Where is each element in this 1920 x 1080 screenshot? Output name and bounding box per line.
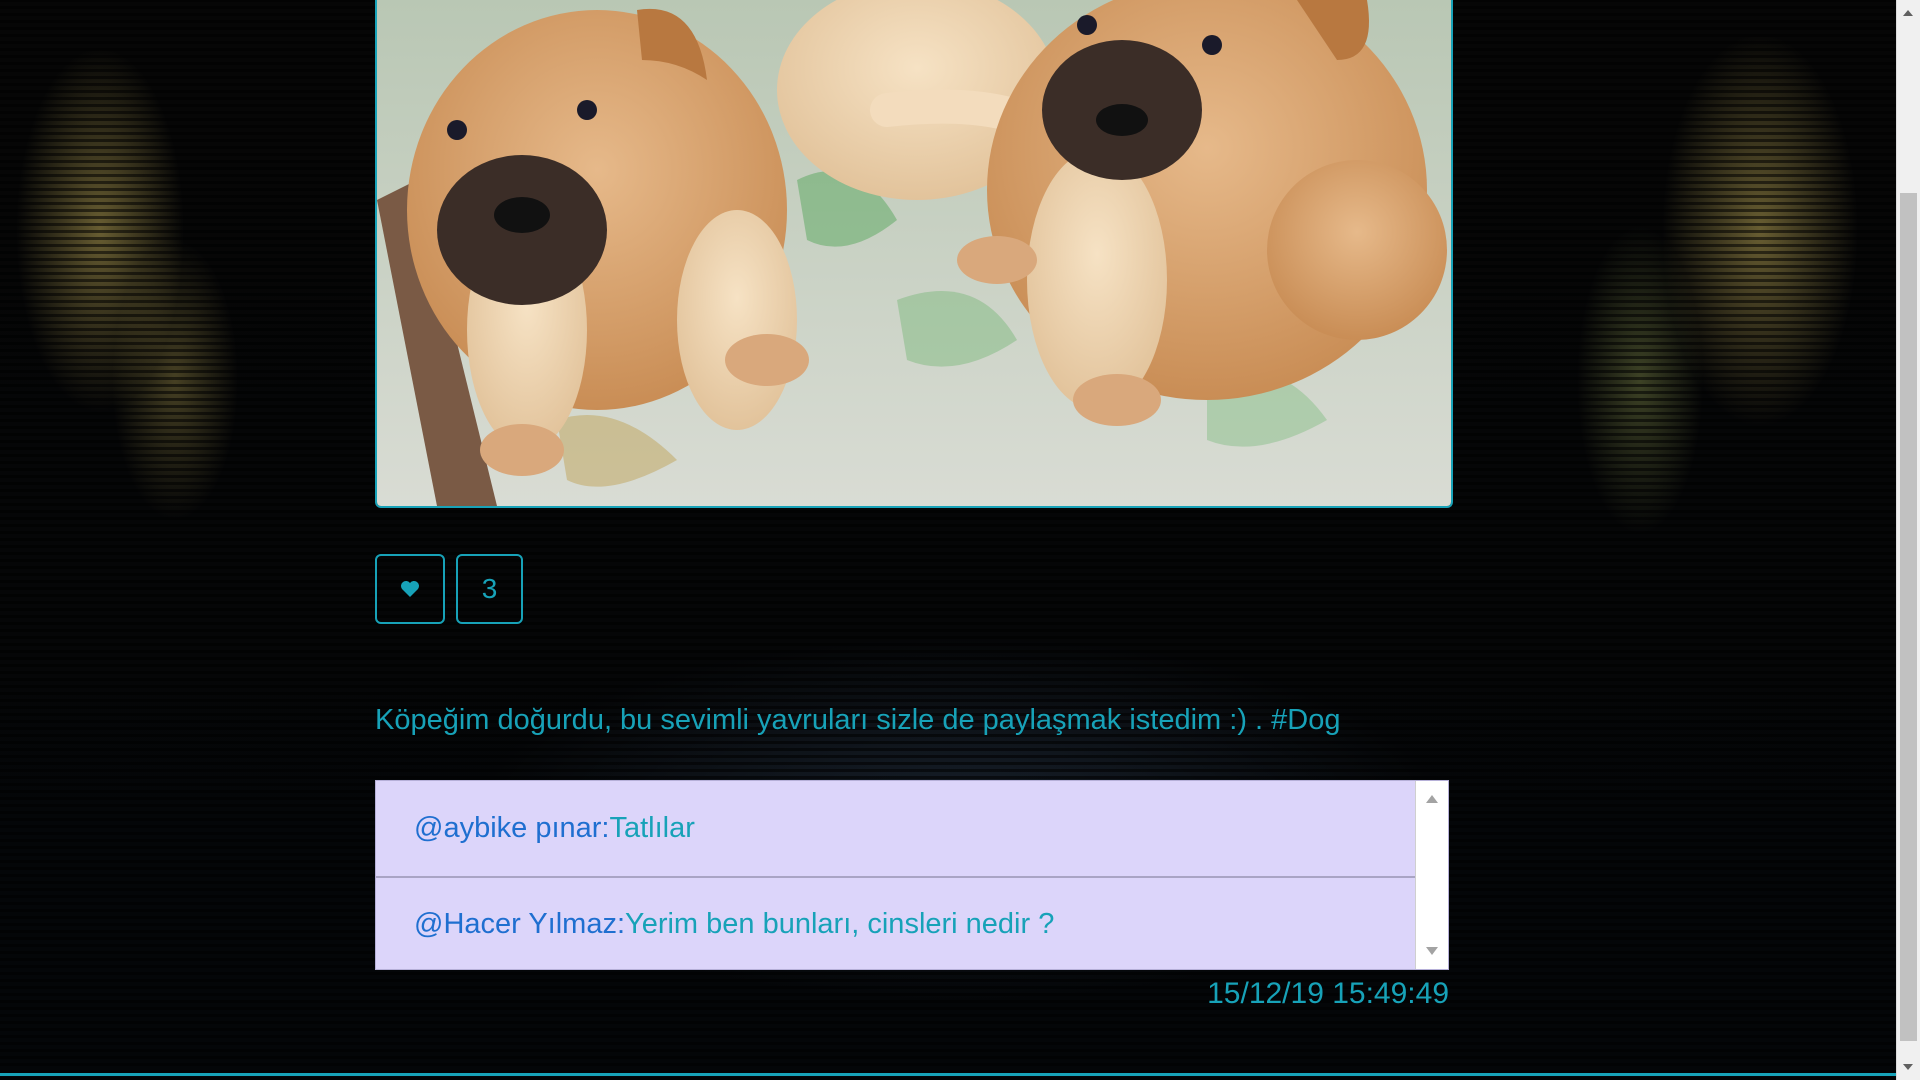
scrollbar-thumb[interactable] (1900, 193, 1917, 1041)
post-timestamp: 15/12/19 15:49:49 (1207, 977, 1449, 1010)
comments-scrollbar[interactable] (1415, 781, 1448, 969)
scroll-down-arrow-icon[interactable] (1903, 1064, 1913, 1070)
heart-icon (401, 581, 419, 597)
comment-text: Yerim ben bunları, cinsleri nedir ? (625, 908, 1055, 940)
page-scrollbar[interactable] (1896, 0, 1920, 1080)
comment-item: @aybike pınar: Tatlılar (376, 781, 1448, 876)
post-caption: Köpeğim doğurdu, bu sevimli yavruları si… (375, 704, 1341, 736)
like-count: 3 (456, 554, 523, 624)
comments-list[interactable]: @aybike pınar: Tatlılar @Hacer Yılmaz: Y… (375, 780, 1449, 970)
scroll-up-arrow-icon[interactable] (1903, 10, 1913, 16)
comment-username[interactable]: @aybike pınar: (414, 812, 609, 845)
scroll-down-arrow-icon[interactable] (1426, 947, 1438, 955)
like-button[interactable] (375, 554, 445, 624)
comment-item: @Hacer Yılmaz: Yerim ben bunları, cinsle… (376, 876, 1448, 969)
divider (0, 1073, 1897, 1076)
page: 3 Köpeğim doğurdu, bu sevimli yavruları … (0, 0, 1920, 1080)
puppies-photo (377, 0, 1451, 506)
comment-username[interactable]: @Hacer Yılmaz: (414, 908, 625, 941)
comment-text: Tatlılar (609, 812, 695, 844)
scroll-up-arrow-icon[interactable] (1426, 795, 1438, 803)
post-photo (375, 0, 1453, 508)
